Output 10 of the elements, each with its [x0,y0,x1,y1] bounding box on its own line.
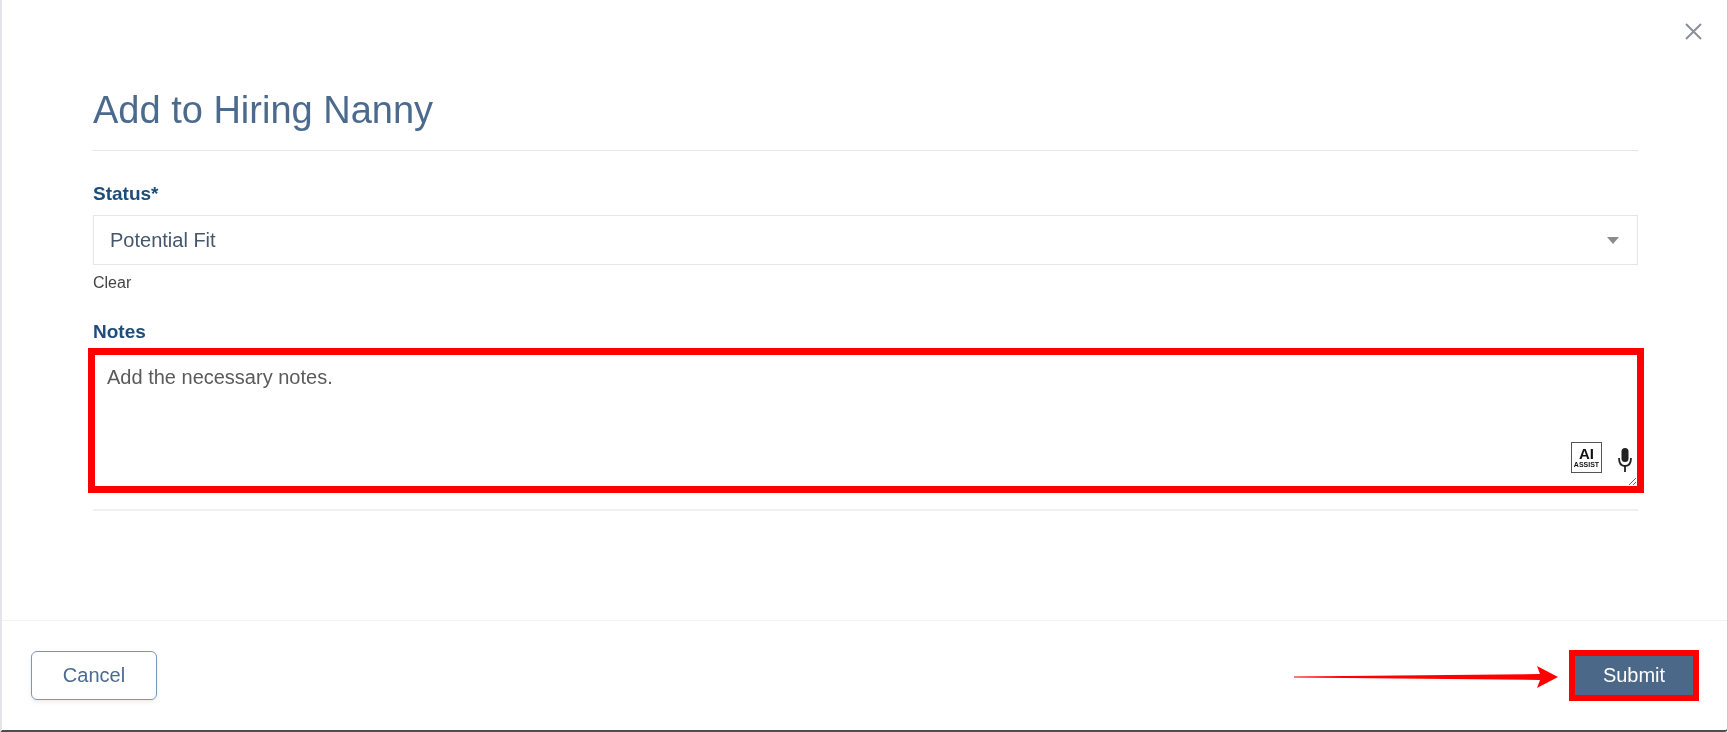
caret-icon [1607,236,1619,244]
close-icon[interactable] [1685,23,1702,40]
microphone-icon[interactable] [1618,448,1632,472]
dialog-title: Add to Hiring Nanny [93,88,434,132]
submit-button[interactable]: Submit [1575,656,1693,695]
cancel-button[interactable]: Cancel [31,651,157,700]
status-select[interactable]: Potential Fit [93,215,1638,265]
status-label: Status* [93,183,159,205]
notes-label: Notes [93,321,146,343]
clear-link[interactable]: Clear [93,273,132,293]
